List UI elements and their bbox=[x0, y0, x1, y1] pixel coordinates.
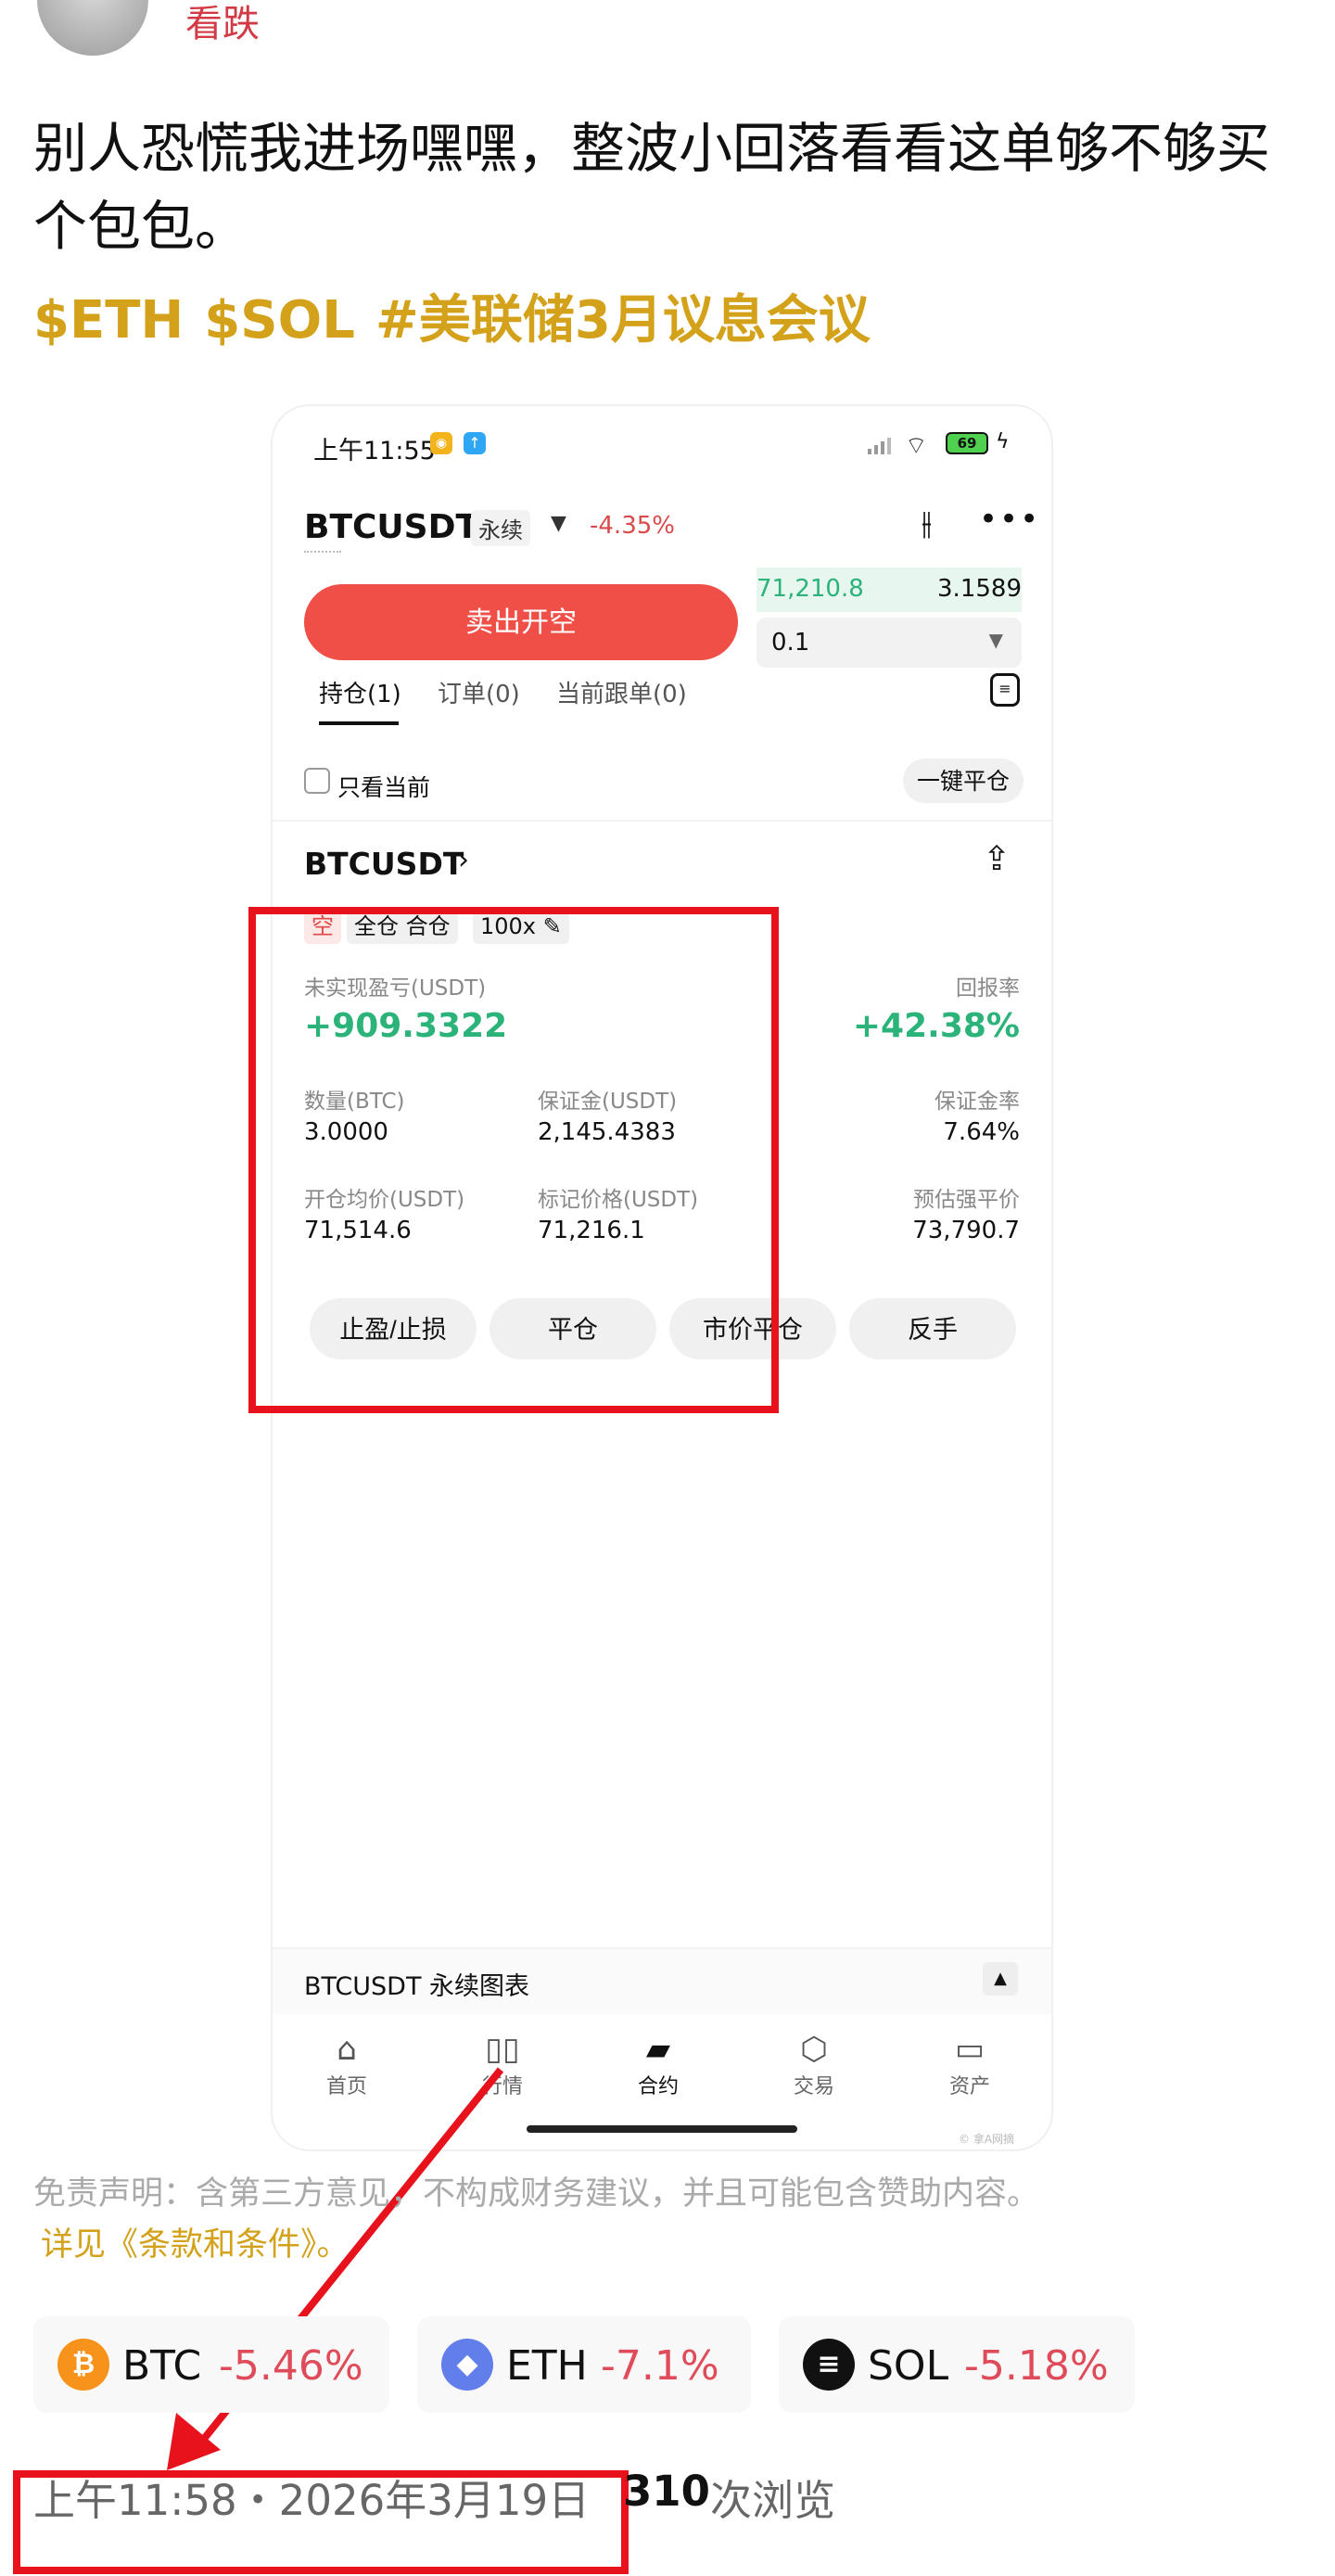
bitcoin-icon: ₿ bbox=[57, 2339, 109, 2391]
coin-card-eth[interactable]: ◆ ETH -7.1% bbox=[417, 2316, 751, 2413]
terms-link[interactable]: 详见《条款和条件》。 bbox=[41, 2218, 350, 2265]
coin-name: BTC bbox=[122, 2342, 202, 2390]
coin-name: ETH bbox=[506, 2342, 588, 2390]
coin-card-sol[interactable]: ≡ SOL -5.18% bbox=[779, 2316, 1135, 2413]
solana-icon: ≡ bbox=[803, 2339, 855, 2391]
coin-change: -5.18% bbox=[964, 2342, 1109, 2390]
views-count: 310 bbox=[623, 2467, 710, 2516]
coin-card-btc[interactable]: ₿ BTC -5.46% bbox=[33, 2316, 389, 2413]
views-label: 次浏览 bbox=[710, 2476, 836, 2525]
coin-change: -5.46% bbox=[219, 2342, 363, 2390]
post-datetime: 上午11:58・2026年3月19日 bbox=[33, 2476, 591, 2525]
disclaimer: 免责声明：含第三方意见，不构成财务建议，并且可能包含赞助内容。 bbox=[33, 2175, 1040, 2213]
coin-name: SOL bbox=[868, 2342, 949, 2390]
coin-change: -7.1% bbox=[601, 2342, 719, 2390]
ethereum-icon: ◆ bbox=[441, 2339, 493, 2391]
